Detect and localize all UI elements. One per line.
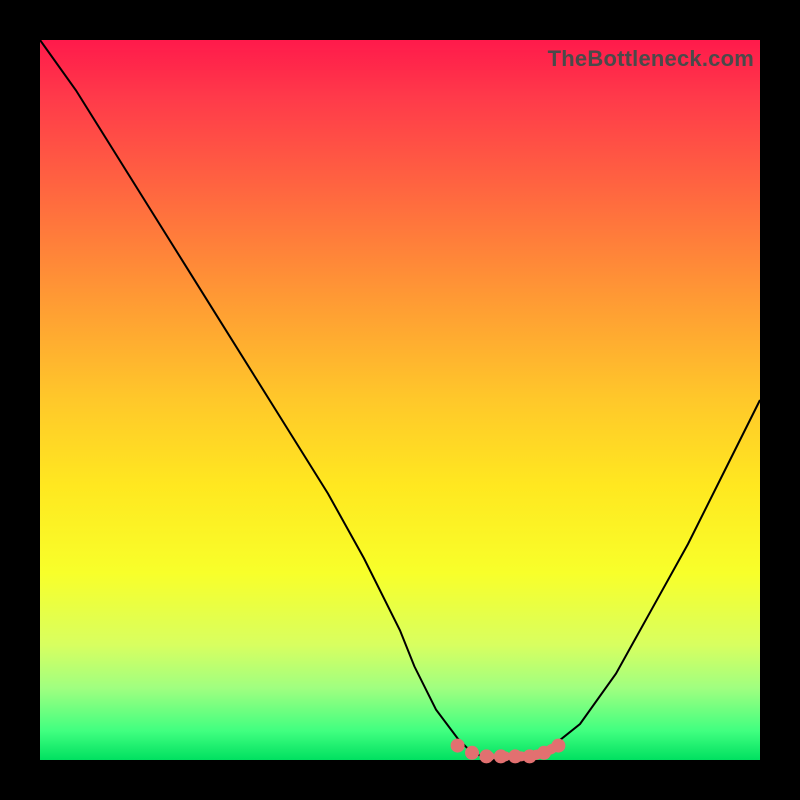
flat-marker — [551, 739, 565, 753]
flat-marker — [508, 749, 522, 763]
flat-marker — [479, 749, 493, 763]
chart-frame: TheBottleneck.com — [0, 0, 800, 800]
chart-svg — [40, 40, 760, 760]
flat-marker — [465, 746, 479, 760]
flat-marker — [523, 749, 537, 763]
plot-area: TheBottleneck.com — [40, 40, 760, 760]
flat-marker — [537, 746, 551, 760]
flat-marker — [494, 749, 508, 763]
curve-path — [40, 40, 760, 760]
flat-marker — [451, 739, 465, 753]
flat-markers-group — [451, 739, 566, 764]
